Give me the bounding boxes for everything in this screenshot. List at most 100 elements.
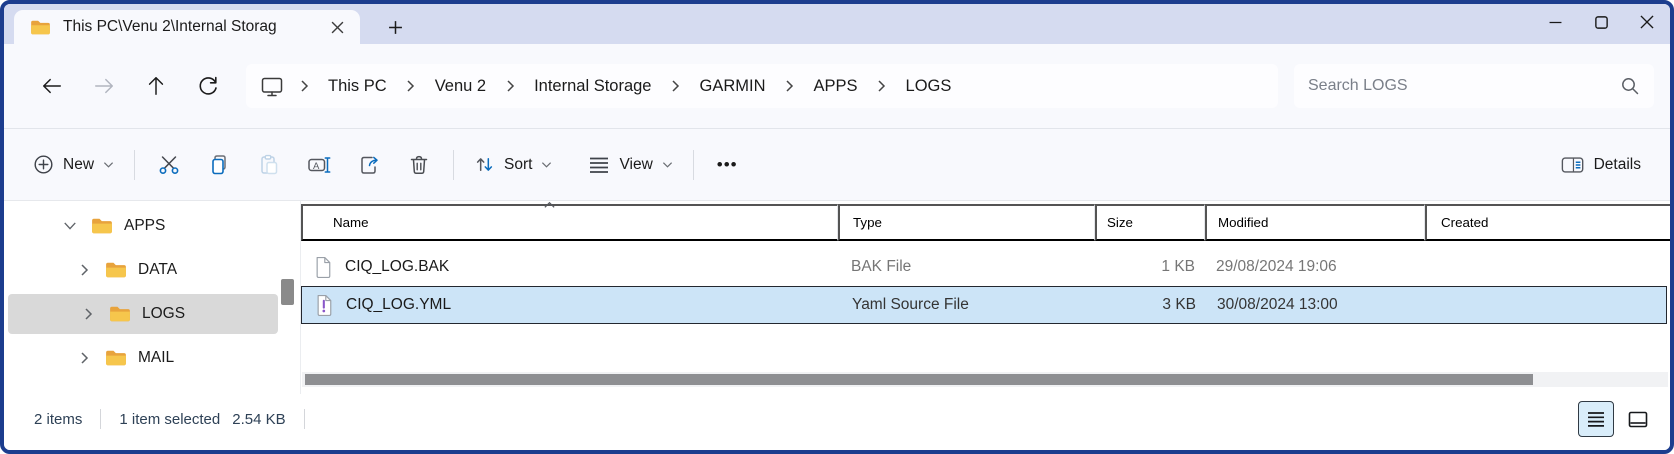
selection-count: 1 item selected <box>119 411 220 428</box>
new-button-label: New <box>63 156 94 174</box>
close-icon[interactable] <box>1624 4 1670 40</box>
file-row-ciq-log-bak[interactable]: CIQ_LOG.BAK BAK File 1 KB 29/08/2024 19:… <box>301 248 1667 286</box>
explorer-body: APPS DATA LOGS <box>4 200 1670 394</box>
breadcrumb-logs[interactable]: LOGS <box>896 73 962 100</box>
sidebar-item-label: MAIL <box>138 349 174 367</box>
toolbar-divider <box>453 150 454 180</box>
maximize-icon[interactable] <box>1578 4 1624 40</box>
back-icon[interactable] <box>26 64 78 108</box>
refresh-icon[interactable] <box>182 64 234 108</box>
chevron-right-icon[interactable] <box>76 351 92 365</box>
sidebar-item-logs[interactable]: LOGS <box>8 294 278 334</box>
breadcrumb-internal-storage[interactable]: Internal Storage <box>524 73 661 100</box>
minimize-icon[interactable] <box>1532 4 1578 40</box>
up-icon[interactable] <box>130 64 182 108</box>
file-name: CIQ_LOG.YML <box>346 296 451 314</box>
chevron-down-icon[interactable] <box>62 221 78 231</box>
sidebar-item-label: APPS <box>124 217 165 235</box>
view-button-label: View <box>619 156 652 174</box>
chevron-right-icon[interactable] <box>872 74 892 98</box>
folder-icon <box>91 217 113 235</box>
column-header-name[interactable]: Name <box>301 204 838 241</box>
window-controls <box>1532 4 1670 44</box>
more-options-button[interactable]: ••• <box>703 143 752 187</box>
tab-close-icon[interactable] <box>324 14 350 40</box>
chevron-right-icon[interactable] <box>401 74 421 98</box>
sidebar-scrollbar-thumb[interactable] <box>281 279 294 305</box>
sidebar-item-apps[interactable]: APPS <box>4 204 300 248</box>
plus-circle-icon <box>33 154 54 175</box>
selection-size: 2.54 KB <box>232 411 285 428</box>
tab-title: This PC\Venu 2\Internal Storag <box>63 18 312 36</box>
file-modified: 29/08/2024 19:06 <box>1205 258 1425 276</box>
sort-button-label: Sort <box>504 156 532 174</box>
chevron-right-icon[interactable] <box>76 263 92 277</box>
column-headers: Name Type Size Modified Created <box>301 204 1670 241</box>
file-rows: CIQ_LOG.BAK BAK File 1 KB 29/08/2024 19:… <box>301 248 1670 324</box>
details-view-toggle[interactable] <box>1578 401 1614 437</box>
file-size: 1 KB <box>1095 258 1205 276</box>
breadcrumb-apps[interactable]: APPS <box>804 73 868 100</box>
horizontal-scrollbar[interactable] <box>302 372 1668 387</box>
new-tab-button[interactable] <box>382 14 408 40</box>
forward-icon[interactable] <box>78 64 130 108</box>
command-bar: New <box>4 128 1670 200</box>
status-bar: 2 items 1 item selected 2.54 KB <box>4 394 1670 450</box>
chevron-right-icon[interactable] <box>666 74 686 98</box>
address-bar[interactable]: This PC Venu 2 Internal Storage GARMIN A… <box>246 64 1278 108</box>
rename-icon[interactable]: A <box>294 143 344 187</box>
status-divider <box>304 409 305 429</box>
column-header-modified[interactable]: Modified <box>1205 204 1425 241</box>
sidebar-item-data[interactable]: DATA <box>4 248 300 292</box>
thumbnail-view-toggle[interactable] <box>1620 401 1656 437</box>
file-list-pane: Name Type Size Modified Created <box>300 201 1670 394</box>
chevron-right-icon[interactable] <box>80 307 96 321</box>
horizontal-scrollbar-thumb[interactable] <box>305 374 1533 385</box>
column-header-size[interactable]: Size <box>1095 204 1205 241</box>
chevron-right-icon[interactable] <box>294 74 314 98</box>
view-button[interactable]: View <box>577 143 683 187</box>
magnifier-icon <box>1620 76 1640 96</box>
delete-icon[interactable] <box>394 143 444 187</box>
new-button[interactable]: New <box>22 143 125 187</box>
chevron-right-icon[interactable] <box>780 74 800 98</box>
file-name: CIQ_LOG.BAK <box>345 258 449 276</box>
search-input[interactable] <box>1308 77 1620 95</box>
navigation-bar: This PC Venu 2 Internal Storage GARMIN A… <box>4 44 1670 128</box>
monitor-icon <box>260 75 284 98</box>
folder-icon <box>30 19 51 36</box>
items-count: 2 items <box>34 411 82 428</box>
view-lines-icon <box>588 155 610 175</box>
cut-icon[interactable] <box>144 143 194 187</box>
paste-icon[interactable] <box>244 143 294 187</box>
details-panel-icon <box>1561 155 1585 175</box>
breadcrumb-this-pc[interactable]: This PC <box>318 73 397 100</box>
column-header-created[interactable]: Created <box>1425 204 1670 241</box>
folder-icon <box>105 349 127 367</box>
file-row-ciq-log-yml[interactable]: CIQ_LOG.YML Yaml Source File 3 KB 30/08/… <box>301 286 1667 324</box>
sidebar-item-mail[interactable]: MAIL <box>4 336 300 380</box>
explorer-tab[interactable]: This PC\Venu 2\Internal Storag <box>14 10 360 44</box>
folder-icon <box>109 305 131 323</box>
search-box <box>1294 64 1654 108</box>
share-icon[interactable] <box>344 143 394 187</box>
sort-button[interactable]: Sort <box>463 143 563 187</box>
svg-text:A: A <box>313 160 320 171</box>
details-button[interactable]: Details <box>1550 143 1652 187</box>
copy-icon[interactable] <box>194 143 244 187</box>
chevron-right-icon[interactable] <box>500 74 520 98</box>
column-header-type[interactable]: Type <box>838 204 1095 241</box>
file-type: BAK File <box>838 258 1095 276</box>
document-icon <box>314 256 332 279</box>
chevron-down-icon <box>541 161 552 169</box>
breadcrumb-venu-2[interactable]: Venu 2 <box>425 73 496 100</box>
file-modified: 30/08/2024 13:00 <box>1206 296 1426 314</box>
status-divider <box>100 409 101 429</box>
breadcrumb-garmin[interactable]: GARMIN <box>690 73 776 100</box>
chevron-down-icon <box>103 161 114 169</box>
sort-ascending-indicator <box>543 201 556 209</box>
titlebar: This PC\Venu 2\Internal Storag <box>4 4 1670 44</box>
folder-icon <box>105 261 127 279</box>
file-type: Yaml Source File <box>839 296 1096 314</box>
sidebar-item-label: DATA <box>138 261 177 279</box>
